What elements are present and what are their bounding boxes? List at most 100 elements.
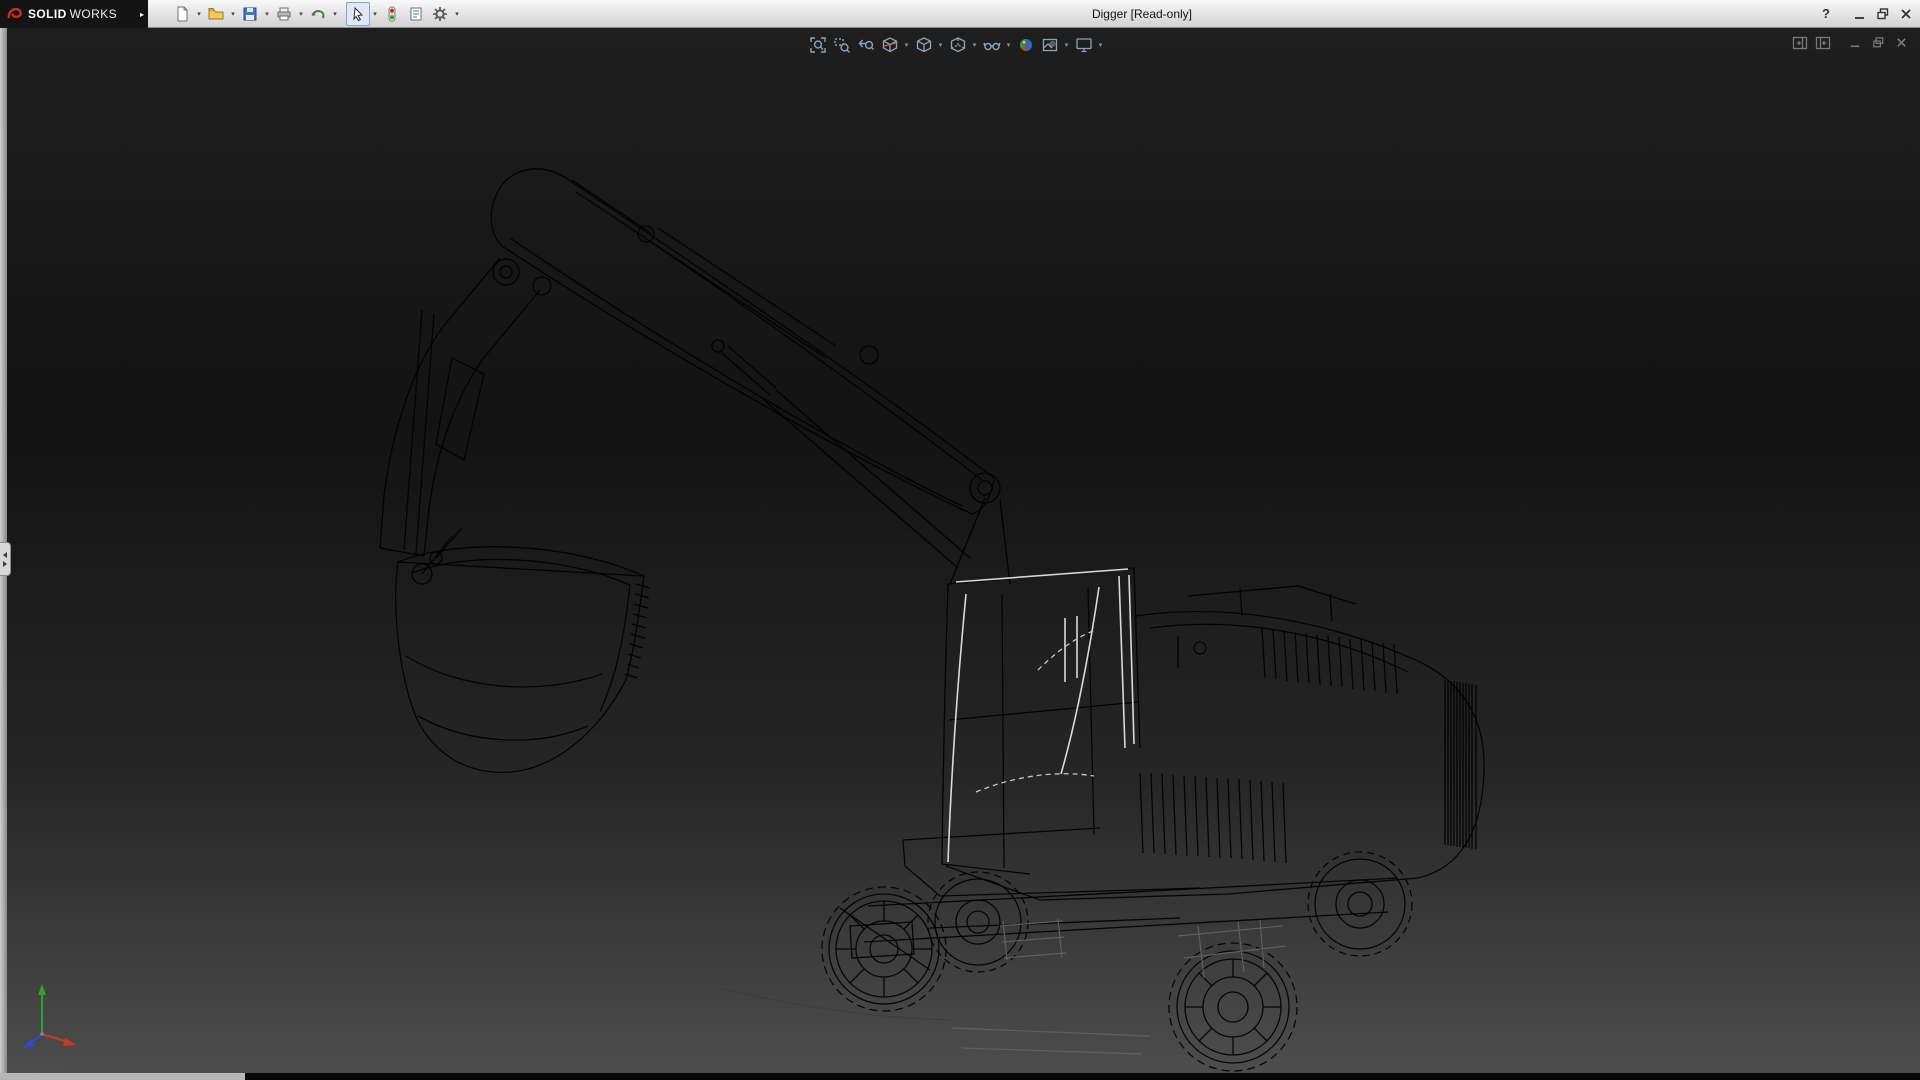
- window-controls: [1851, 5, 1915, 23]
- bottom-taskbar-strip[interactable]: [245, 1073, 1920, 1080]
- help-button[interactable]: ?: [1816, 0, 1836, 28]
- title-bar: SOLID WORKS ▸ ▾ ▾: [0, 0, 1920, 28]
- digger-faint-edges: [720, 988, 950, 1020]
- digger-cylinders[interactable]: [572, 180, 970, 568]
- undo-dropdown-caret[interactable]: ▾: [330, 10, 340, 18]
- restore-button[interactable]: [1874, 5, 1892, 23]
- undo-icon: [310, 6, 326, 22]
- apply-scene-button[interactable]: [1038, 33, 1061, 56]
- solidworks-window: SOLID WORKS ▸ ▾ ▾: [0, 0, 1920, 1080]
- brand-text-solid: SOLID: [28, 7, 67, 21]
- file-properties-icon: [408, 6, 424, 22]
- zoom-fit-icon: [809, 36, 827, 54]
- brand-text-works: WORKS: [70, 7, 117, 21]
- close-icon: [1894, 35, 1909, 50]
- select-dropdown-caret[interactable]: ▾: [370, 10, 380, 18]
- select-cursor-icon: [350, 6, 366, 22]
- previous-view-button[interactable]: [854, 33, 877, 56]
- open-button[interactable]: [204, 2, 228, 26]
- model-wireframe-digger[interactable]: [0, 28, 1920, 1073]
- doc-close-button[interactable]: [1893, 34, 1910, 51]
- feature-pane-icon: [1792, 35, 1808, 51]
- view-settings-button[interactable]: [1072, 33, 1095, 56]
- digger-cab-highlights: [948, 569, 1134, 862]
- graphics-viewport[interactable]: ▾ ▾ ▾ ▾: [0, 28, 1920, 1073]
- display-pane-icon: [1815, 35, 1831, 51]
- view-orientation-caret[interactable]: ▾: [936, 41, 945, 49]
- view-orientation-icon: [915, 36, 933, 54]
- save-icon: [242, 6, 258, 22]
- close-icon: [1898, 6, 1914, 22]
- zoom-to-fit-button[interactable]: [806, 33, 829, 56]
- close-button[interactable]: [1897, 5, 1915, 23]
- options-dropdown-caret[interactable]: ▾: [452, 10, 462, 18]
- print-button[interactable]: [272, 2, 296, 26]
- digger-cab[interactable]: [942, 568, 1140, 874]
- digger-boom[interactable]: [491, 169, 1010, 584]
- section-view-button[interactable]: [878, 33, 901, 56]
- doc-restore-button[interactable]: [1870, 34, 1887, 51]
- print-icon: [276, 6, 292, 22]
- print-dropdown-caret[interactable]: ▾: [296, 10, 306, 18]
- open-folder-icon: [208, 6, 224, 22]
- select-button[interactable]: [346, 2, 370, 26]
- doc-minimize-button[interactable]: [1847, 34, 1864, 51]
- rebuild-button[interactable]: [380, 2, 404, 26]
- section-view-icon: [881, 36, 899, 54]
- new-document-icon: [174, 6, 190, 22]
- zoom-area-icon: [833, 36, 851, 54]
- reference-triad[interactable]: [14, 978, 86, 1060]
- file-properties-button[interactable]: [404, 2, 428, 26]
- zoom-to-area-button[interactable]: [830, 33, 853, 56]
- rebuild-icon: [384, 6, 400, 22]
- digger-cab-hidden-edges: [976, 630, 1096, 792]
- display-style-button[interactable]: [946, 33, 969, 56]
- hide-show-caret[interactable]: ▾: [1004, 41, 1013, 49]
- digger-chassis[interactable]: [840, 878, 1398, 970]
- undo-button[interactable]: [306, 2, 330, 26]
- options-button[interactable]: [428, 2, 452, 26]
- options-icon: [432, 6, 448, 22]
- minimize-button[interactable]: [1851, 5, 1869, 23]
- digger-bucket[interactable]: [396, 528, 650, 772]
- edit-appearance-icon: [1017, 36, 1035, 54]
- edit-appearance-button[interactable]: [1014, 33, 1037, 56]
- view-settings-caret[interactable]: ▾: [1096, 41, 1105, 49]
- hide-show-icon: [983, 36, 1001, 54]
- restore-icon: [1875, 6, 1891, 22]
- apply-scene-caret[interactable]: ▾: [1062, 41, 1071, 49]
- view-orientation-button[interactable]: [912, 33, 935, 56]
- display-style-caret[interactable]: ▾: [970, 41, 979, 49]
- expand-right-arrow-icon: [3, 561, 7, 567]
- section-view-caret[interactable]: ▾: [902, 41, 911, 49]
- collapse-left-arrow-icon: [3, 552, 7, 558]
- hide-show-items-button[interactable]: [980, 33, 1003, 56]
- feature-manager-collapse-tab[interactable]: [0, 542, 11, 576]
- restore-icon: [1871, 35, 1886, 50]
- digger-wheels[interactable]: [822, 852, 1412, 1071]
- previous-view-icon: [857, 36, 875, 54]
- minimize-icon: [1848, 35, 1863, 50]
- menu-flyout-arrow[interactable]: ▸: [140, 10, 144, 19]
- digger-body[interactable]: [903, 586, 1484, 900]
- digger-gray-edges: [952, 919, 1286, 1054]
- open-dropdown-caret[interactable]: ▾: [228, 10, 238, 18]
- window-title: Digger [Read-only]: [1092, 0, 1192, 28]
- new-dropdown-caret[interactable]: ▾: [194, 10, 204, 18]
- display-pane-toggle[interactable]: [1814, 34, 1831, 51]
- digger-stick[interactable]: [380, 258, 540, 556]
- new-document-button[interactable]: [170, 2, 194, 26]
- minimize-icon: [1852, 6, 1868, 22]
- brand-logo: SOLID WORKS ▸: [0, 0, 148, 28]
- feature-pane-toggle[interactable]: [1791, 34, 1808, 51]
- status-bar-strip: [0, 1073, 1920, 1080]
- view-settings-icon: [1075, 36, 1093, 54]
- apply-scene-icon: [1041, 36, 1059, 54]
- display-style-icon: [949, 36, 967, 54]
- view-orientation-label: *Dimetric: [12, 1062, 65, 1073]
- document-window-controls: [1791, 34, 1910, 51]
- heads-up-view-toolbar: ▾ ▾ ▾ ▾: [806, 33, 1105, 56]
- save-button[interactable]: [238, 2, 262, 26]
- standard-toolbar: ▾ ▾ ▾: [170, 2, 462, 26]
- save-dropdown-caret[interactable]: ▾: [262, 10, 272, 18]
